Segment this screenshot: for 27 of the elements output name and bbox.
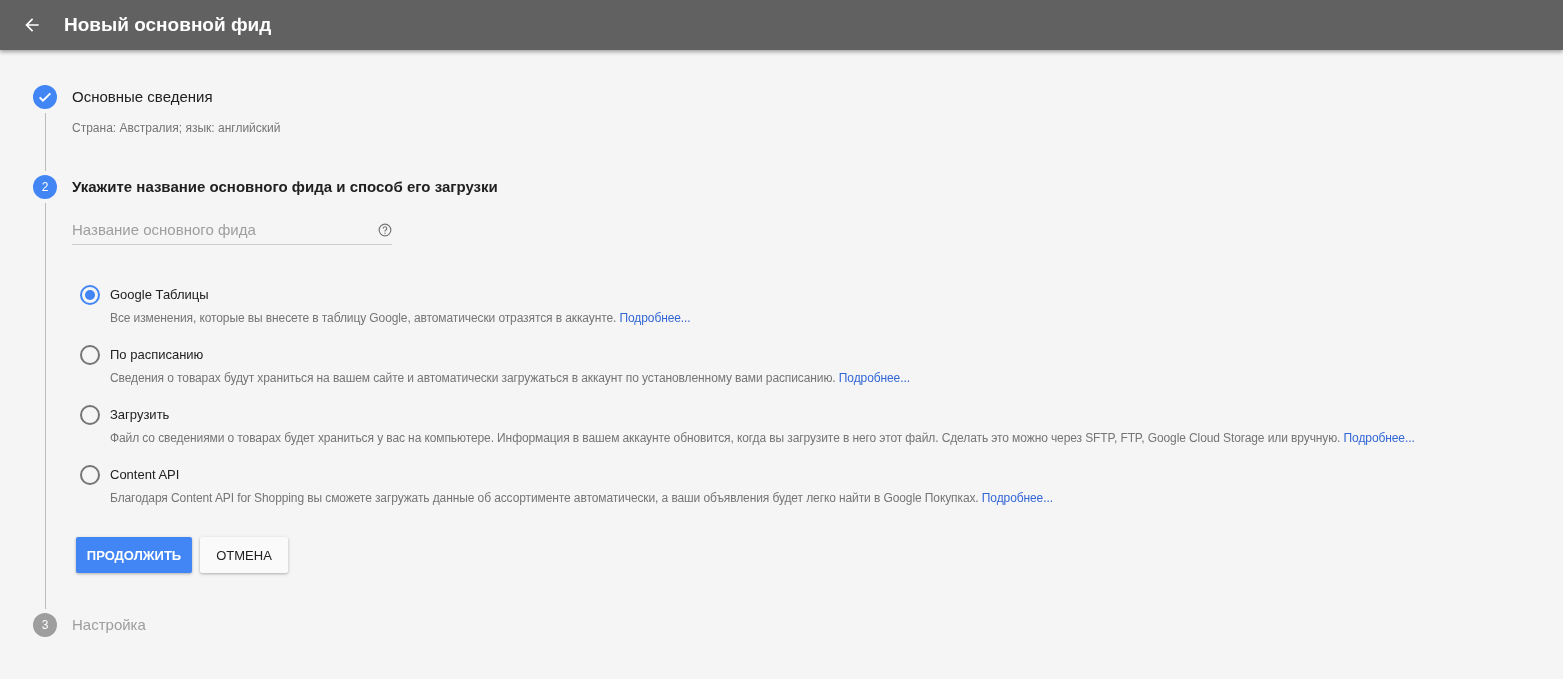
step-summary: Страна: Австралия; язык: английский [72, 121, 282, 135]
option-label: Content API [110, 466, 181, 484]
option-description: Сведения о товарах будут храниться на вашем сайте и автоматически загружаться в аккаунт по установленному вами расписанию. Подробнее... [110, 371, 910, 385]
learn-more-link[interactable]: Подробнее... [619, 311, 691, 325]
radio-button[interactable] [80, 405, 100, 425]
step-number: 3 [33, 613, 57, 637]
learn-more-link[interactable]: Подробнее... [838, 371, 910, 385]
cancel-button[interactable]: ОТМЕНА [200, 537, 288, 573]
option-label: Google Таблицы [110, 286, 210, 304]
radio-button[interactable] [80, 465, 100, 485]
step-title: Настройка [72, 615, 147, 635]
learn-more-link[interactable]: Подробнее... [1343, 431, 1415, 445]
option-description: Файл со сведениями о товарах будет храниться у вас на компьютере. Информация в вашем аккаунте обновится, когда вы загрузите в него этот файл. Сделать это можно через SFTP, FTP, Google Cloud Storage или вручную. Подробнее... [110, 431, 1415, 445]
continue-button[interactable]: ПРОДОЛЖИТЬ [76, 537, 192, 573]
option-description: Благодаря Content API for Shopping вы сможете загружать данные об ассортименте автоматически, а ваши объявления будет легко найти в Google Покупках. Подробнее... [110, 491, 1053, 505]
page-title: Новый основной фид [64, 14, 272, 36]
option-label: По расписанию [110, 346, 205, 364]
step-title: Основные сведения [72, 87, 214, 107]
radio-button[interactable] [80, 345, 100, 365]
help-icon[interactable] [378, 222, 392, 237]
feed-name-field[interactable]: Название основного фида [72, 219, 378, 240]
option-description: Все изменения, которые вы внесете в таблицу Google, автоматически отразятся в аккаунте. Подробнее... [110, 311, 691, 325]
step-title: Укажите название основного фида и способ его загрузки [72, 177, 499, 197]
learn-more-link[interactable]: Подробнее... [981, 491, 1053, 505]
radio-button[interactable] [80, 285, 100, 305]
step-number: 2 [33, 175, 57, 199]
option-label: Загрузить [110, 406, 171, 424]
